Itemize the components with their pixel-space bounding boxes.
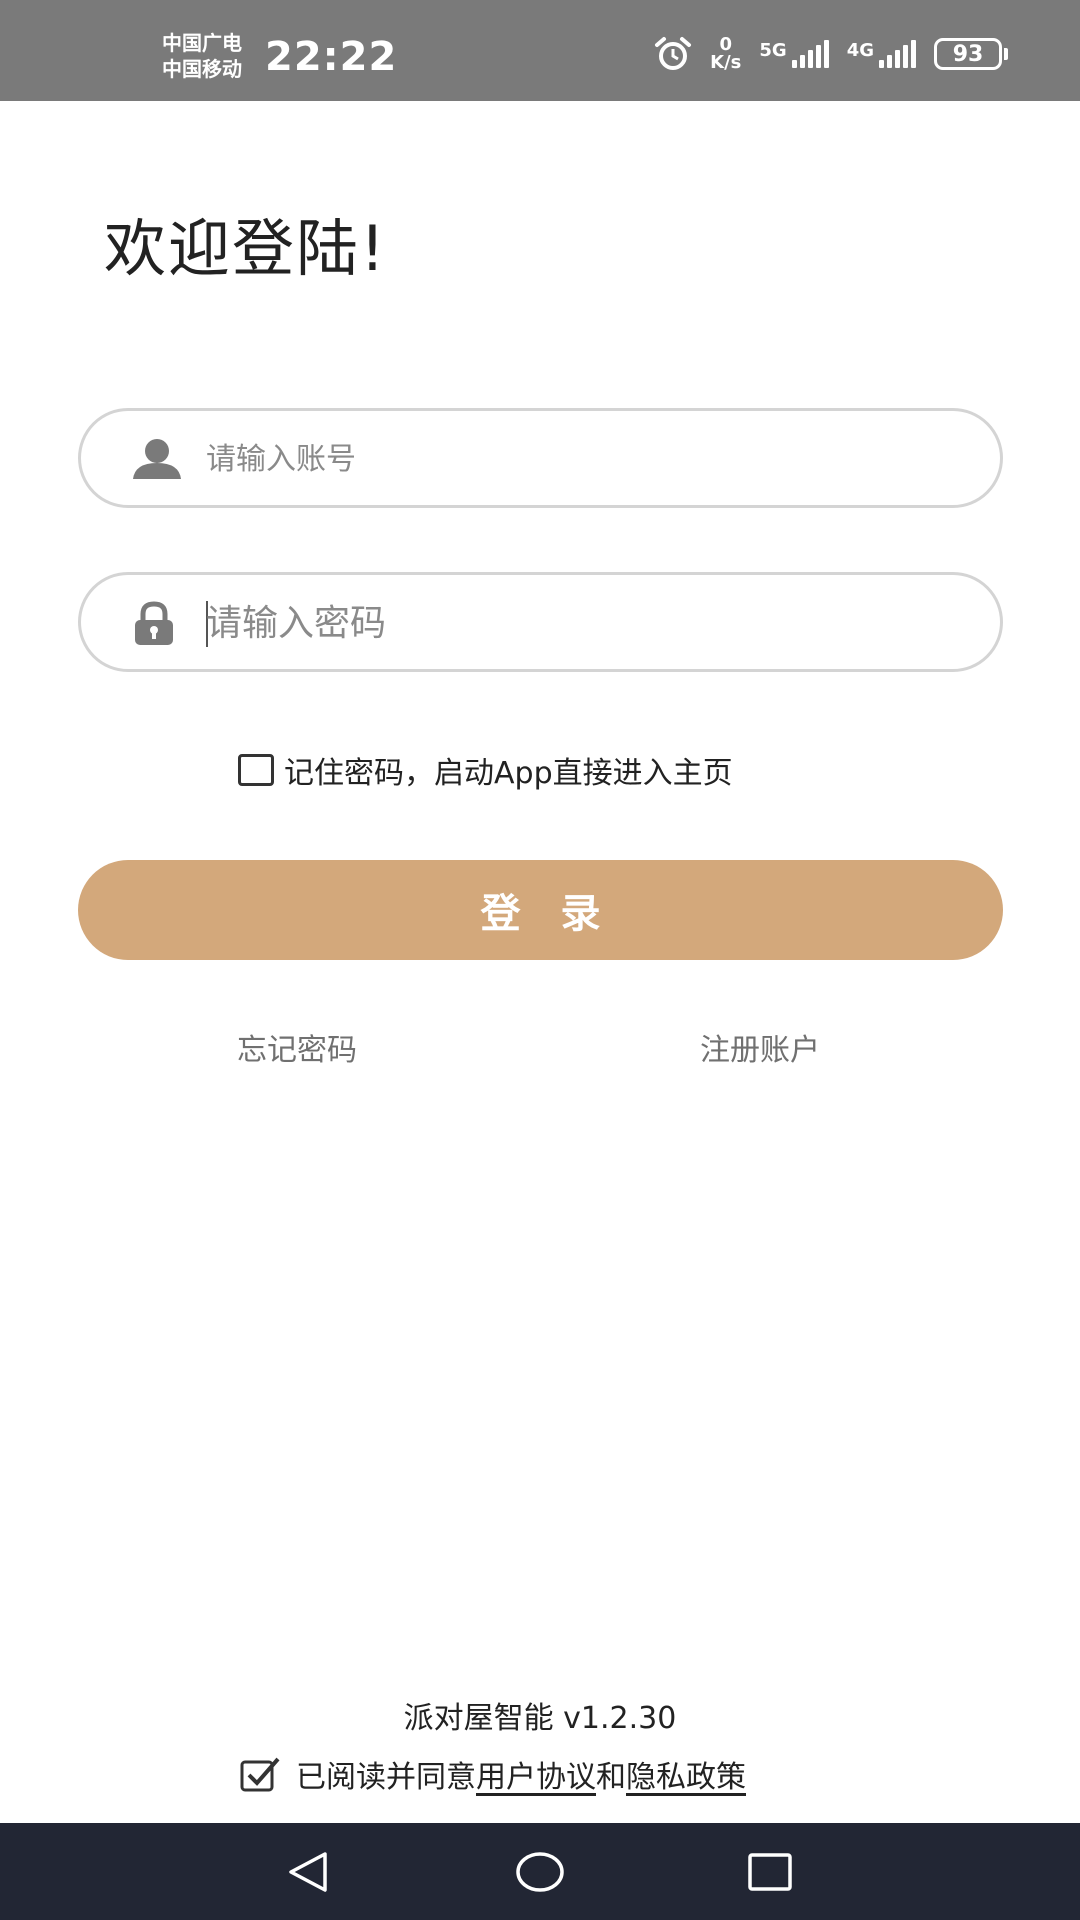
password-field[interactable] <box>78 572 1003 672</box>
home-icon[interactable] <box>510 1845 570 1899</box>
carrier-1: 中国广电 <box>162 31 242 55</box>
privacy-policy-link[interactable]: 隐私政策 <box>626 1760 746 1795</box>
forgot-password-link[interactable]: 忘记密码 <box>237 1025 357 1069</box>
register-account-link[interactable]: 注册账户 <box>700 1025 820 1069</box>
back-icon[interactable] <box>278 1845 338 1899</box>
agree-prefix: 已阅读并同意 <box>296 1760 476 1795</box>
agreement-row: 已阅读并同意用户协议和隐私政策 <box>240 1752 746 1796</box>
battery-icon: 93 <box>934 38 1008 70</box>
sim2-tech: 4G <box>846 40 874 61</box>
sim1-tech: 5G <box>759 40 787 61</box>
remember-label: 记住密码，启动App直接进入主页 <box>284 756 733 791</box>
navigation-bar <box>0 1823 1080 1920</box>
status-time: 22:22 <box>265 34 398 80</box>
user-icon <box>131 437 183 485</box>
carrier-info: 中国广电 中国移动 <box>162 30 242 82</box>
user-agreement-link[interactable]: 用户协议 <box>476 1760 596 1795</box>
lock-icon <box>131 601 177 651</box>
alarm-icon <box>654 36 692 72</box>
agree-and: 和 <box>596 1760 626 1795</box>
status-bar: 中国广电 中国移动 22:22 0 K/s 5G 4G 93 <box>0 0 1080 101</box>
login-button[interactable]: 登录 <box>78 860 1003 960</box>
status-indicators: 0 K/s 5G 4G 93 <box>654 36 1008 72</box>
account-field[interactable] <box>78 408 1003 508</box>
signal-icon-sim2: 4G <box>847 40 916 68</box>
carrier-2: 中国移动 <box>162 57 242 81</box>
remember-password-option[interactable]: 记住密码，启动App直接进入主页 <box>238 748 733 792</box>
agreement-checkbox[interactable] <box>240 1756 282 1792</box>
login-screen: 中国广电 中国移动 22:22 0 K/s 5G 4G 93 欢迎登陆! 请输入… <box>0 0 1080 1920</box>
agreement-text: 已阅读并同意用户协议和隐私政策 <box>296 1752 746 1796</box>
battery-level: 93 <box>934 38 1002 70</box>
recent-apps-icon[interactable] <box>740 1845 800 1899</box>
page-title: 欢迎登陆! <box>104 212 387 285</box>
remember-checkbox[interactable] <box>238 754 274 786</box>
signal-icon-sim1: 5G <box>759 40 829 68</box>
app-version: 派对屋智能 v1.2.30 <box>403 1701 677 1736</box>
password-input[interactable] <box>206 593 966 653</box>
net-speed-unit: K/s <box>710 52 742 73</box>
network-speed: 0 K/s <box>710 36 741 72</box>
account-input[interactable] <box>206 429 966 489</box>
